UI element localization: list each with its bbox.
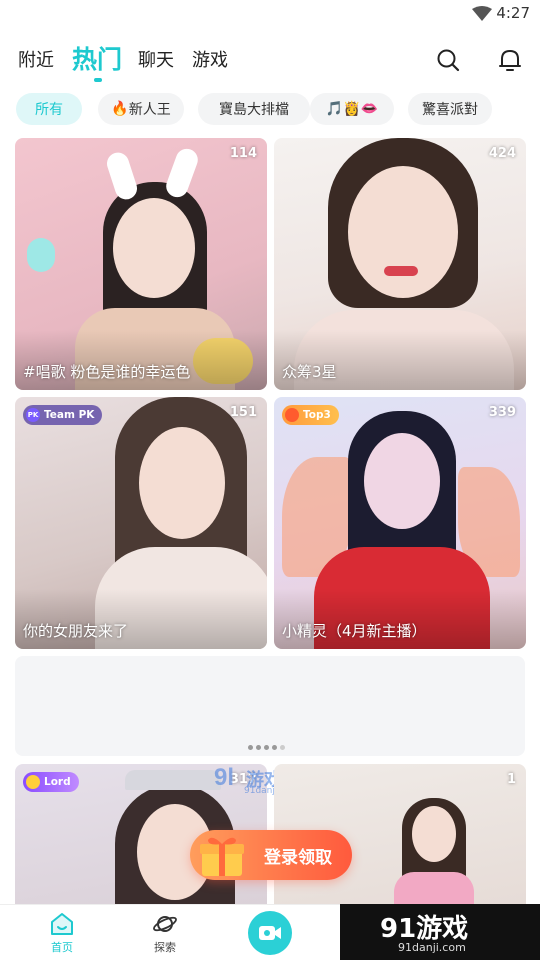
category-chips: 所有 🔥 新人王 寶島大排檔 🎵👸👄 驚喜派對 (16, 93, 540, 125)
stream-title: 小精灵（4月新主播） (282, 622, 427, 640)
fire-icon: 🔥 (111, 101, 129, 117)
login-claim-button[interactable]: 登录领取 (190, 830, 352, 880)
chip-label: 新人王 (128, 102, 171, 118)
tab-nearby[interactable]: 附近 (18, 46, 54, 72)
watermark-title: 91游戏 (380, 914, 469, 944)
nav-explore[interactable]: 探索 (135, 911, 195, 955)
streamer-face (113, 198, 195, 298)
viewer-count: 339 (488, 405, 516, 420)
streamer-face (412, 806, 456, 862)
viewer-count: 1 (506, 772, 516, 787)
status-bar: 4:27 (0, 0, 540, 28)
tab-hot[interactable]: 热门 (72, 40, 122, 76)
active-tab-indicator (94, 78, 102, 82)
gift-icon (200, 837, 244, 876)
viewer-count: 424 (488, 146, 516, 161)
stream-title: 众筹3星 (282, 363, 337, 381)
bunny-ear (104, 149, 140, 203)
tiara (125, 770, 221, 790)
nav-home[interactable]: 首页 (32, 911, 92, 955)
promo-banner[interactable] (15, 656, 525, 756)
tab-chat[interactable]: 聊天 (138, 46, 174, 72)
streamer-lips (384, 266, 418, 276)
stream-card[interactable]: 424 众筹3星 (274, 138, 526, 390)
bunny-ear (163, 145, 201, 201)
lord-badge: Lord (23, 772, 79, 792)
streamer-face (348, 166, 458, 298)
login-claim-label: 登录领取 (264, 847, 332, 868)
site-watermark: 91游戏 91danji.com (340, 904, 540, 960)
pk-icon: PK (26, 408, 40, 422)
video-camera-icon (259, 926, 281, 940)
chip-emoji[interactable]: 🎵👸👄 (310, 93, 394, 125)
streamer-face (139, 427, 225, 539)
nav-live-button[interactable] (248, 911, 292, 955)
nav-home-label: 首页 (51, 941, 73, 954)
stream-card[interactable]: Top3 339 小精灵（4月新主播） (274, 397, 526, 649)
home-icon (51, 913, 73, 935)
nav-explore-label: 探索 (154, 941, 176, 954)
planet-icon (153, 916, 177, 932)
chip-surprise-party[interactable]: 驚喜派對 (408, 93, 492, 125)
viewer-count: 114 (229, 146, 257, 161)
chip-all[interactable]: 所有 (16, 93, 82, 125)
fire-icon (285, 408, 299, 422)
viewer-count: 151 (229, 405, 257, 420)
stream-title: 你的女朋友来了 (23, 622, 129, 640)
mascot-sticker (27, 238, 55, 272)
watermark-url: 91danji.com (398, 941, 466, 954)
status-time: 4:27 (496, 4, 530, 22)
chip-food-stall[interactable]: 寶島大排檔 (198, 93, 310, 125)
team-pk-badge: PK Team PK (23, 405, 103, 425)
stream-card[interactable]: PK Team PK 151 你的女朋友来了 (15, 397, 267, 649)
badge-label: Top3 (303, 409, 331, 421)
bell-icon[interactable] (498, 48, 522, 72)
crown-icon (26, 775, 40, 789)
banner-pagination (248, 745, 285, 750)
badge-label: Team PK (44, 409, 95, 421)
top3-badge: Top3 (282, 405, 339, 425)
stream-title: #唱歌 粉色是谁的幸运色 (23, 363, 191, 381)
wifi-icon (472, 6, 492, 21)
streamer-face (364, 433, 440, 529)
stream-card[interactable]: 114 #唱歌 粉色是谁的幸运色 (15, 138, 267, 390)
top-nav: 附近 热门 聊天 游戏 (18, 40, 522, 82)
badge-label: Lord (44, 776, 71, 788)
search-icon[interactable] (436, 48, 460, 72)
tab-games[interactable]: 游戏 (192, 46, 228, 72)
chip-newcomer[interactable]: 🔥 新人王 (98, 93, 184, 125)
